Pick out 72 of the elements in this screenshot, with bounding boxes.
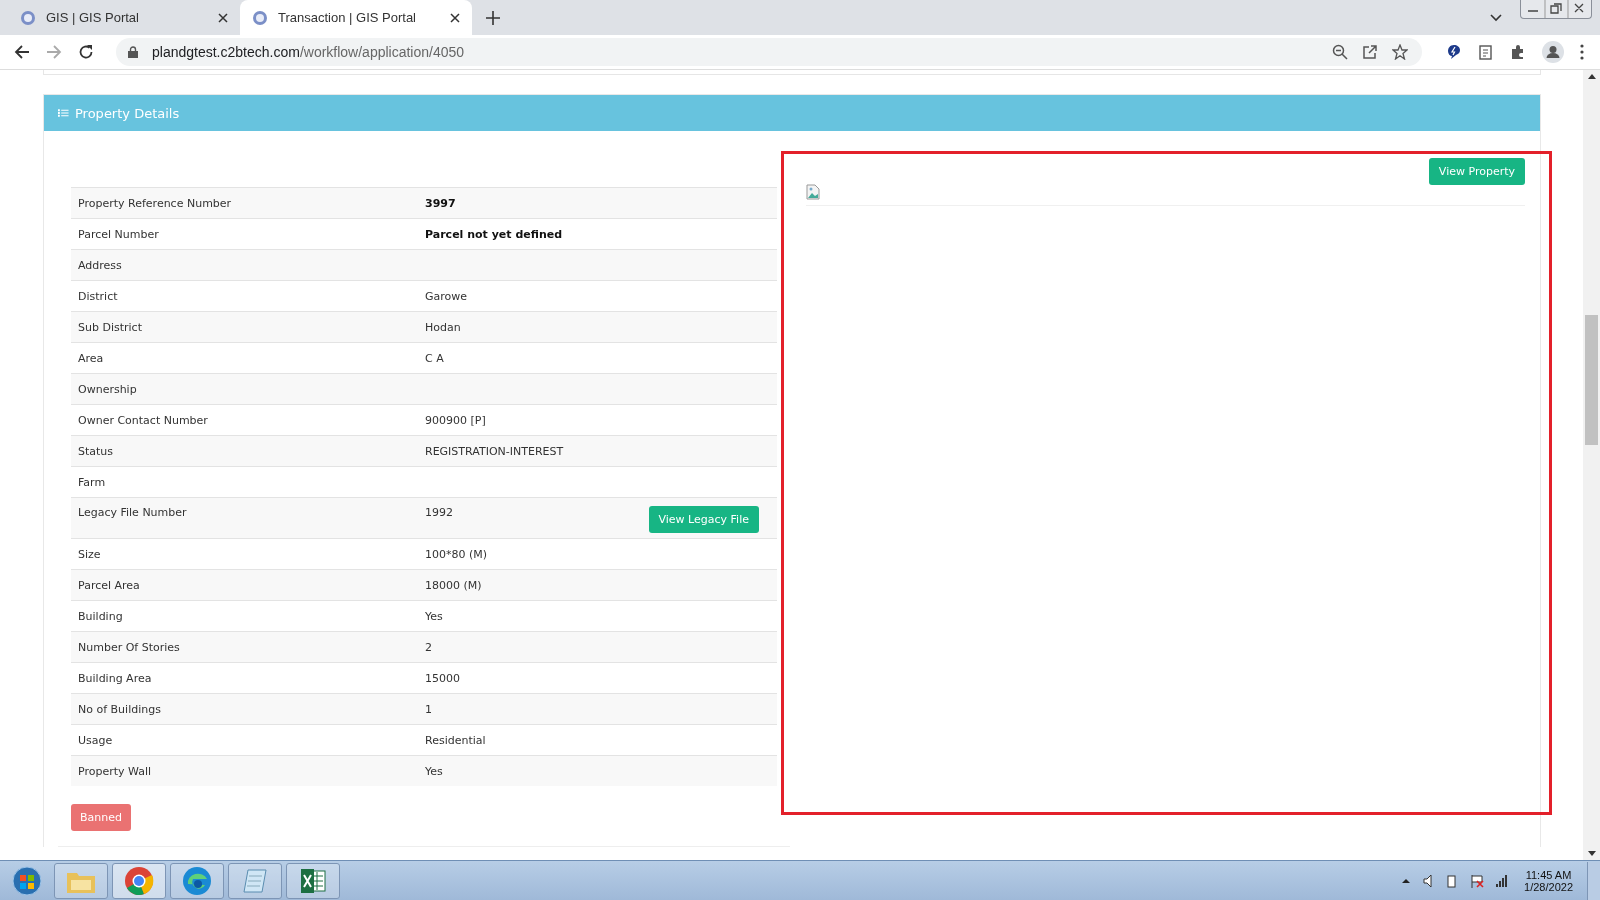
clipboard-icon[interactable] [1478, 44, 1494, 60]
chevron-down-icon[interactable] [1490, 13, 1502, 22]
chrome-taskbar-icon[interactable] [112, 862, 166, 899]
field-value: 1 [425, 702, 432, 716]
field-label: Size [77, 547, 102, 561]
scroll-down-arrow-icon[interactable] [1587, 851, 1596, 856]
broken-image-icon [806, 184, 820, 200]
field-label: Property Reference Number [77, 196, 233, 210]
field-value: Parcel not yet defined [425, 227, 563, 241]
field-value: Residential [425, 733, 486, 747]
field-value: 18000 (M) [425, 578, 482, 592]
share-icon[interactable] [1362, 44, 1378, 60]
field-value: C A [425, 351, 444, 365]
close-icon[interactable] [450, 12, 460, 23]
address-bar[interactable]: plandgtest.c2btech.com/workflow/application/4050 [116, 38, 1422, 66]
star-icon[interactable] [1392, 44, 1408, 60]
field-label: Status [77, 444, 115, 458]
field-label: Area [77, 351, 105, 365]
clock-date: 1/28/2022 [1524, 880, 1573, 893]
url-text: plandgtest.c2btech.com/workflow/application/4050 [152, 44, 465, 60]
field-value: 2 [425, 640, 432, 654]
scrollbar[interactable] [1583, 70, 1600, 860]
field-value: 1992 [425, 506, 453, 519]
window-controls[interactable] [1520, 0, 1592, 19]
menu-icon[interactable] [1580, 44, 1584, 60]
field-label: Owner Contact Number [77, 413, 209, 427]
field-label: No of Buildings [77, 702, 162, 716]
field-label: Sub District [77, 320, 143, 334]
field-label: Building [77, 609, 124, 623]
field-value: Garowe [425, 289, 468, 303]
field-label: Usage [77, 733, 114, 747]
field-value: 900900 [P] [425, 413, 486, 427]
field-label: Ownership [77, 382, 138, 396]
zoom-out-icon[interactable] [1332, 44, 1348, 60]
panel-title: Property Details [75, 105, 180, 121]
reload-icon[interactable] [78, 44, 94, 60]
browser-tab[interactable]: Transaction | GIS Portal [240, 0, 472, 35]
extension-icon[interactable] [1446, 44, 1462, 60]
close-icon[interactable] [218, 12, 228, 23]
tab-title: Transaction | GIS Portal [278, 10, 417, 25]
lock-icon [128, 46, 138, 58]
field-label: Address [77, 258, 123, 272]
scroll-thumb[interactable] [1585, 315, 1598, 445]
browser-tab[interactable]: GIS | GIS Portal [8, 0, 240, 35]
puzzle-icon[interactable] [1510, 44, 1526, 60]
field-label: Property Wall [77, 764, 153, 778]
clock[interactable]: 11:45 AM 1/28/2022 [1524, 868, 1573, 893]
field-value: 3997 [425, 196, 456, 210]
profile-avatar-icon[interactable] [1542, 41, 1564, 63]
scroll-up-arrow-icon[interactable] [1587, 74, 1596, 79]
field-label: Parcel Area [77, 578, 141, 592]
field-label: Legacy File Number [77, 506, 188, 519]
list-icon [58, 108, 69, 118]
field-label: Parcel Number [77, 227, 160, 241]
field-value: Hodan [425, 320, 461, 334]
globe-icon [252, 9, 268, 26]
field-label: Number Of Stories [77, 640, 181, 654]
field-value: REGISTRATION-INTEREST [425, 444, 564, 458]
field-value: 15000 [425, 671, 460, 685]
field-label: Building Area [77, 671, 153, 685]
clock-time: 11:45 AM [1525, 868, 1572, 881]
field-value: Yes [425, 764, 443, 778]
field-label: District [77, 289, 119, 303]
back-arrow-icon[interactable] [14, 44, 30, 60]
field-value: Yes [425, 609, 443, 623]
field-value: 100*80 (M) [425, 547, 488, 561]
field-label: Farm [77, 475, 107, 489]
edge-taskbar-icon[interactable] [170, 862, 224, 899]
tab-title: GIS | GIS Portal [46, 10, 140, 25]
spreadsheet-taskbar-icon[interactable] [286, 862, 340, 899]
new-tab-icon[interactable] [486, 10, 500, 25]
globe-icon [20, 9, 36, 26]
